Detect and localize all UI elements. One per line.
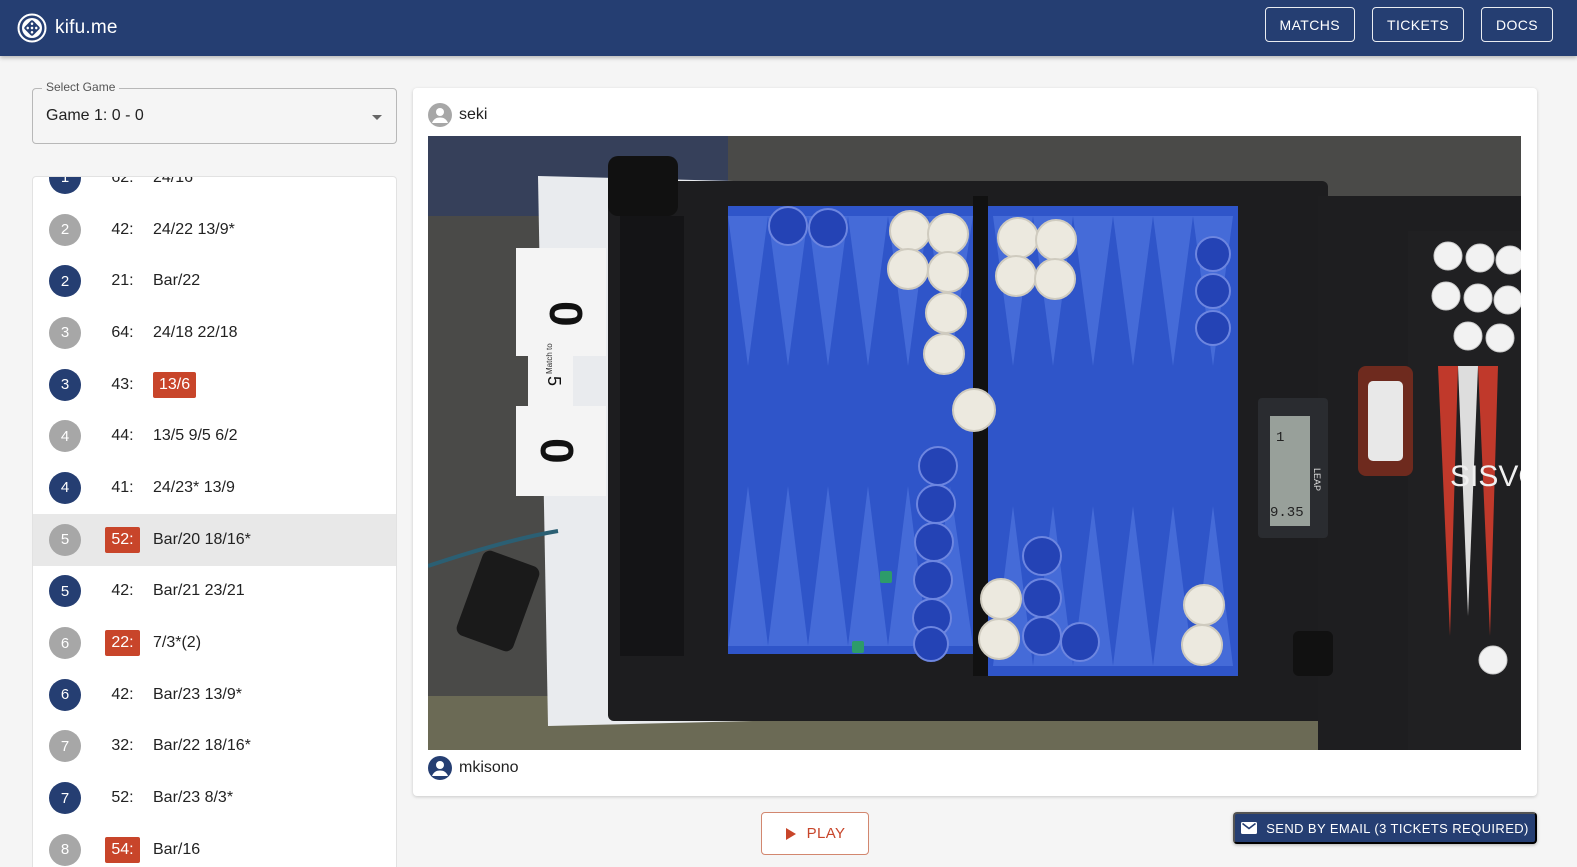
play-button[interactable]: PLAY xyxy=(761,812,869,855)
move-row[interactable]: 4 44: 13/5 9/5 6/2 xyxy=(33,410,396,462)
dice-roll: 52: xyxy=(105,526,140,553)
move-row[interactable]: 1 62: 24/16 xyxy=(33,176,396,204)
dice-roll: 54: xyxy=(105,836,140,863)
play-icon xyxy=(785,827,796,840)
turn-number-badge: 1 xyxy=(49,177,81,194)
move-row[interactable]: 8 54: Bar/16 xyxy=(33,824,396,867)
game-select-value[interactable]: Game 1: 0 - 0 xyxy=(46,107,144,125)
mail-icon xyxy=(1241,822,1258,834)
move-notation: 24/22 13/9* xyxy=(153,220,235,238)
brand-name[interactable]: kifu.me xyxy=(55,17,118,39)
turn-number-badge: 2 xyxy=(49,213,81,246)
top-player-name: seki xyxy=(459,106,488,123)
video-frame-image: 0 0 Match to 5 SISVO 1 9.35 LEAP xyxy=(428,136,1521,750)
match-video[interactable]: 0 0 Match to 5 SISVO 1 9.35 LEAP xyxy=(428,136,1521,750)
move-row[interactable]: 7 32: Bar/22 18/16* xyxy=(33,721,396,773)
move-notation: 24/23* 13/9 xyxy=(153,478,235,496)
turn-number-badge: 5 xyxy=(49,523,81,556)
game-select[interactable]: Select Game Game 1: 0 - 0 xyxy=(32,80,397,144)
avatar-icon xyxy=(428,103,452,127)
score-top: 0 xyxy=(540,301,592,327)
turn-number-badge: 3 xyxy=(49,316,81,349)
dice-roll: 42: xyxy=(111,220,134,238)
move-list: 1 62: 24/16 2 42: 24/22 13/9* 2 21: Bar/22 3 64: 24… xyxy=(33,176,396,867)
move-notation: 24/16 xyxy=(153,176,194,186)
dice-roll: 41: xyxy=(111,478,134,496)
turn-number-badge: 3 xyxy=(49,368,81,401)
dice-roll: 22: xyxy=(105,630,140,657)
move-row[interactable]: 3 43: 13/6 xyxy=(33,359,396,411)
turn-number-badge: 6 xyxy=(49,627,81,660)
table-brand: SISVO xyxy=(1450,460,1521,493)
move-row[interactable]: 6 42: Bar/23 13/9* xyxy=(33,669,396,721)
logo-icon[interactable] xyxy=(17,13,47,43)
top-player: seki xyxy=(428,103,487,127)
move-notation: Bar/23 13/9* xyxy=(153,685,242,703)
match-to-label: Match to xyxy=(545,343,554,374)
dice-roll: 42: xyxy=(111,582,134,600)
turn-number-badge: 2 xyxy=(49,265,81,298)
turn-number-badge: 8 xyxy=(49,833,81,866)
score-bottom: 0 xyxy=(531,438,583,464)
dice-roll: 64: xyxy=(111,323,134,341)
tickets-button[interactable]: TICKETS xyxy=(1372,7,1464,42)
dice-roll: 43: xyxy=(111,375,134,393)
turn-number-badge: 6 xyxy=(49,678,81,711)
avatar-icon xyxy=(428,756,452,780)
move-row[interactable]: 4 41: 24/23* 13/9 xyxy=(33,462,396,514)
move-row[interactable]: 2 42: 24/22 13/9* xyxy=(33,204,396,256)
match-to-value: 5 xyxy=(544,376,564,386)
turn-number-badge: 7 xyxy=(49,730,81,763)
move-row[interactable]: 5 52: Bar/20 18/16* xyxy=(33,513,396,566)
move-list-panel: 1 62: 24/16 2 42: 24/22 13/9* 2 21: Bar/22 3 64: 24… xyxy=(32,176,397,867)
dice-roll: 32: xyxy=(111,737,134,755)
move-row[interactable]: 3 64: 24/18 22/18 xyxy=(33,307,396,359)
dice-roll: 42: xyxy=(111,685,134,703)
docs-button[interactable]: DOCS xyxy=(1480,7,1553,42)
chevron-down-icon[interactable] xyxy=(372,115,382,120)
game-select-label: Select Game xyxy=(42,80,120,94)
top-nav: MATCHS TICKETS DOCS xyxy=(1264,7,1553,42)
move-row[interactable]: 7 52: Bar/23 8/3* xyxy=(33,772,396,824)
clock-top: 1 xyxy=(1276,430,1284,446)
move-notation: Bar/22 18/16* xyxy=(153,737,251,755)
move-notation: 13/6 xyxy=(153,371,197,398)
move-notation: 13/5 9/5 6/2 xyxy=(153,427,238,445)
dice-roll: 52: xyxy=(111,789,134,807)
move-row[interactable]: 6 22: 7/3*(2) xyxy=(33,617,396,669)
bottom-player: mkisono xyxy=(428,756,519,780)
move-notation: Bar/22 xyxy=(153,272,201,290)
move-notation: 7/3*(2) xyxy=(153,634,202,652)
move-notation: Bar/20 18/16* xyxy=(153,530,251,548)
clock-brand: LEAP xyxy=(1312,468,1322,491)
move-notation: Bar/23 8/3* xyxy=(153,789,234,807)
app-bar: kifu.me MATCHS TICKETS DOCS xyxy=(0,0,1577,56)
dice-roll: 44: xyxy=(111,427,134,445)
clock-bottom: 9.35 xyxy=(1270,505,1304,521)
move-notation: Bar/16 xyxy=(153,840,201,858)
send-by-email-button[interactable]: SEND BY EMAIL (3 TICKETS REQUIRED) xyxy=(1233,812,1537,844)
move-notation: 24/18 22/18 xyxy=(153,323,238,341)
bottom-player-name: mkisono xyxy=(459,759,519,776)
dice-roll: 21: xyxy=(111,272,134,290)
turn-number-badge: 4 xyxy=(49,420,81,453)
turn-number-badge: 5 xyxy=(49,575,81,608)
send-by-email-label: SEND BY EMAIL (3 TICKETS REQUIRED) xyxy=(1266,820,1529,836)
turn-number-badge: 4 xyxy=(49,471,81,504)
play-label: PLAY xyxy=(806,825,846,842)
move-row[interactable]: 5 42: Bar/21 23/21 xyxy=(33,566,396,618)
turn-number-badge: 7 xyxy=(49,782,81,815)
video-card: seki 0 0 Match to 5 SISV 1 9.35 LEAP mki… xyxy=(413,88,1537,796)
matchs-button[interactable]: MATCHS xyxy=(1264,7,1356,42)
move-notation: Bar/21 23/21 xyxy=(153,582,245,600)
dice-roll: 62: xyxy=(111,176,134,186)
move-row[interactable]: 2 21: Bar/22 xyxy=(33,255,396,307)
